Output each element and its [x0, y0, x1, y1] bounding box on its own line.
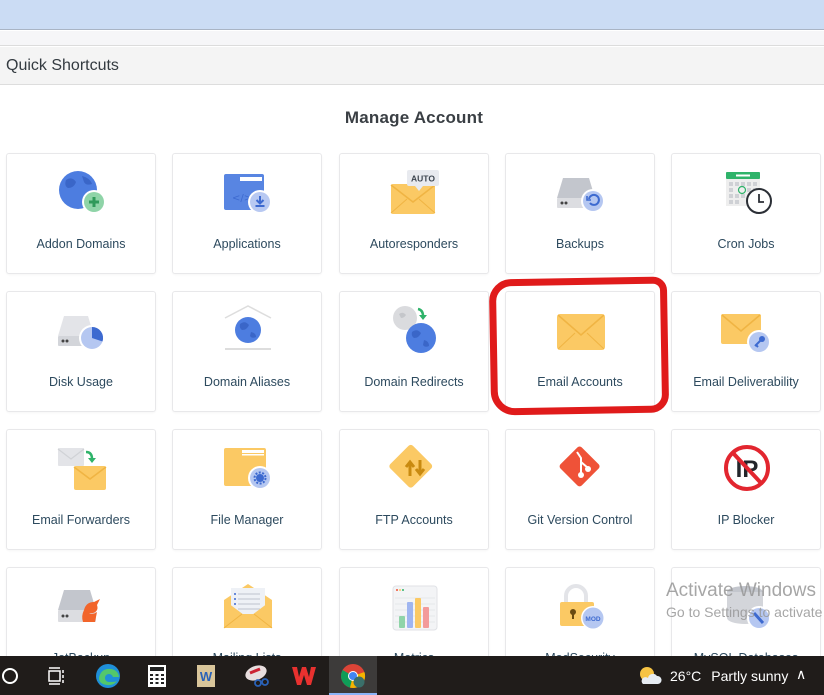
tile-backups[interactable]: Backups — [505, 153, 655, 274]
svg-text:W: W — [200, 669, 213, 684]
tile-file-manager[interactable]: File Manager — [172, 429, 322, 550]
weather-condition: Partly sunny — [711, 667, 789, 684]
house-globe-icon — [224, 305, 272, 350]
tile-cron-jobs[interactable]: Cron Jobs — [671, 153, 821, 274]
tile-label: Email Forwarders — [32, 513, 130, 527]
tile-label: Autoresponders — [369, 237, 459, 251]
ftp-arrows-icon — [389, 444, 433, 488]
taskbar-word[interactable]: W — [182, 656, 230, 695]
edge-icon — [96, 663, 120, 688]
weather-temp: 26°C — [670, 667, 702, 684]
tile-email-forwarders[interactable]: Email Forwarders — [6, 429, 156, 550]
globe-redirect-icon — [393, 306, 436, 353]
taskbar-weather[interactable]: 26°C Partly sunny — [638, 656, 788, 695]
windows-taskbar: W 26°C Partly sunny ∧ — [0, 656, 824, 695]
auto-badge: AUTO — [411, 174, 435, 184]
taskbar-cortana[interactable] — [0, 656, 34, 695]
mod-badge: MOD — [585, 616, 600, 623]
envelope-list-icon — [223, 584, 273, 629]
taskbar-task-view[interactable] — [33, 656, 81, 695]
envelope-icon — [557, 314, 605, 350]
section-title: Manage Account — [344, 108, 484, 127]
app-install-icon: </> — [224, 174, 272, 214]
globe-add-icon — [59, 171, 106, 214]
browser-sub-strip — [0, 31, 824, 46]
tile-git-version-control[interactable]: Git Version Control — [505, 429, 655, 550]
disk-jet-icon — [58, 590, 100, 622]
tile-label: Addon Domains — [36, 237, 126, 251]
partly-sunny-icon — [640, 666, 662, 684]
snipping-icon — [245, 664, 269, 687]
circle-search-icon — [2, 667, 18, 684]
chrome-icon — [341, 663, 366, 688]
word-icon: W — [197, 664, 215, 687]
tile-label: Email Deliverability — [693, 375, 799, 389]
tile-autoresponders[interactable]: AUTO Autoresponders — [339, 153, 489, 274]
tile-addon-domains[interactable]: Addon Domains — [6, 153, 156, 274]
quick-shortcuts-title: Quick Shortcuts — [6, 57, 119, 74]
tile-label: File Manager — [210, 513, 284, 527]
taskbar-calculator[interactable] — [133, 656, 181, 695]
tile-label: Domain Aliases — [203, 375, 291, 389]
tile-email-deliverability[interactable]: Email Deliverability — [671, 291, 821, 412]
disk-pie-icon — [58, 316, 105, 351]
tile-applications[interactable]: </> Applications — [172, 153, 322, 274]
taskbar-chrome[interactable] — [329, 656, 377, 695]
browser-top-strip — [0, 0, 824, 30]
taskbar-snipping-tool[interactable] — [233, 656, 281, 695]
tile-ftp-accounts[interactable]: FTP Accounts — [339, 429, 489, 550]
tile-ip-blocker[interactable]: IP IP Blocker — [671, 429, 821, 550]
wps-icon — [292, 666, 316, 685]
tile-label: Disk Usage — [49, 375, 113, 389]
envelope-forward-icon — [57, 448, 107, 490]
bar-chart-icon — [392, 585, 438, 631]
lock-mod-icon: MOD — [560, 584, 605, 630]
taskbar-wps-office[interactable] — [280, 656, 328, 695]
tile-email-accounts[interactable]: Email Accounts — [505, 291, 655, 412]
tile-label: IP Blocker — [717, 513, 775, 527]
tile-label: Git Version Control — [527, 513, 633, 527]
tile-label: Backups — [556, 237, 604, 251]
database-wizard-icon — [727, 586, 771, 630]
calendar-clock-icon — [726, 172, 772, 214]
tile-label: Cron Jobs — [717, 237, 775, 251]
envelope-key-icon — [721, 314, 771, 354]
tile-disk-usage[interactable]: Disk Usage — [6, 291, 156, 412]
ip-block-icon: IP — [724, 445, 770, 491]
git-icon — [559, 446, 600, 487]
tile-label: FTP Accounts — [375, 513, 453, 527]
tile-domain-redirects[interactable]: Domain Redirects — [339, 291, 489, 412]
folder-gear-icon — [224, 448, 272, 490]
tile-domain-aliases[interactable]: Domain Aliases — [172, 291, 322, 412]
tile-label: Applications — [213, 237, 281, 251]
calculator-icon — [148, 664, 166, 687]
auto-envelope-icon: AUTO — [390, 170, 439, 214]
tile-label: Domain Redirects — [364, 375, 464, 389]
tile-label: Email Accounts — [537, 375, 623, 389]
task-view-icon — [48, 666, 64, 685]
quick-shortcuts-header[interactable]: Quick Shortcuts — [0, 47, 824, 85]
tray-chevron-up-icon[interactable]: ∧ — [796, 666, 806, 683]
taskbar-edge[interactable] — [84, 656, 132, 695]
disk-restore-icon — [557, 178, 605, 213]
